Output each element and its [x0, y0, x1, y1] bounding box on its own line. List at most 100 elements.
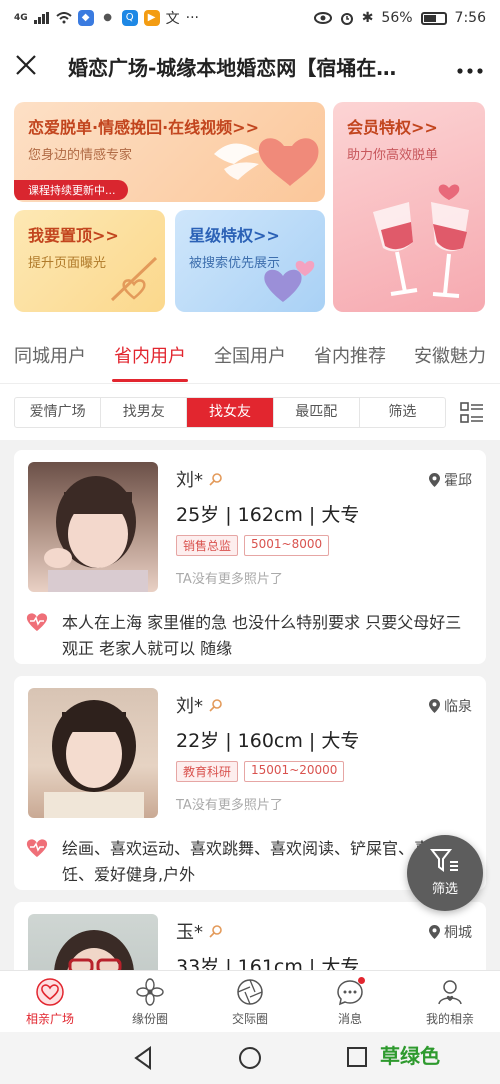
nav-label: 消息	[337, 1012, 362, 1026]
profile-bio: 本人在上海 家里催的急 也没什么特别要求 只要父母好三观正 老家人就可以 随缘	[62, 613, 462, 658]
tab-local-users[interactable]: 同城用户	[0, 330, 100, 383]
filter-find-boyfriend[interactable]: 找男友	[101, 398, 188, 427]
wifi-icon	[56, 12, 72, 24]
avatar-illustration	[44, 700, 144, 818]
promo-banners: 恋爱脱单·情感挽回·在线视频>> 您身边的情感专家 课程持续更新中... 会员特…	[0, 96, 500, 330]
income-tag: 15001~20000	[244, 761, 345, 782]
star-banner[interactable]: 星级特权>> 被搜索优先展示	[175, 210, 325, 312]
course-ribbon: 课程持续更新中...	[14, 180, 128, 200]
star-banner-title: 星级特权>>	[189, 226, 280, 245]
nav-my-dating[interactable]: 我的相亲	[400, 971, 500, 1032]
profile-name-row: 刘*	[176, 466, 223, 492]
profile-photo[interactable]	[28, 462, 158, 592]
page-title: 婚恋广场-城缘本地婚恋网【宿埇在…	[68, 55, 397, 80]
no-more-photos: TA没有更多照片了	[176, 572, 283, 587]
no-more-photos: TA没有更多照片了	[176, 798, 283, 813]
more-notifications-icon: ···	[185, 10, 200, 26]
profile-name: 刘*	[176, 470, 203, 491]
profile-name: 刘*	[176, 696, 203, 717]
status-bar: 4G ◆ ● Q ▶ 文 ··· ✱ 56% 7:56	[0, 0, 500, 36]
location-pin-icon	[429, 925, 440, 939]
more-icon	[457, 68, 483, 74]
nav-social-circle[interactable]: 交际圈	[200, 971, 300, 1032]
filter-bar: 爱情广场 找男友 找女友 最匹配 筛选	[0, 384, 500, 440]
profile-name-row: 玉*	[176, 918, 223, 944]
profile-tags: 教育科研 15001~20000	[176, 761, 345, 782]
video-app-icon: ▶	[143, 10, 160, 26]
location-text: 桐城	[444, 925, 472, 941]
bottom-nav: 相亲广场 缘份圈 交际圈 消息 我的相亲	[0, 970, 500, 1032]
profile-name: 玉*	[176, 922, 203, 943]
bluetooth-icon: ✱	[361, 10, 374, 26]
user-icon	[438, 980, 462, 1005]
user-scope-tabs: 同城用户 省内用户 全国用户 省内推荐 安徽魅力	[0, 330, 500, 384]
tab-province-recommend[interactable]: 省内推荐	[300, 330, 400, 383]
location-text: 霍邱	[444, 473, 472, 489]
list-view-icon[interactable]	[460, 401, 484, 425]
avatar-illustration	[44, 476, 148, 592]
job-tag: 教育科研	[176, 761, 239, 782]
search-icon	[209, 699, 222, 712]
title-bar: 婚恋广场-城缘本地婚恋网【宿埇在…	[0, 36, 500, 96]
profile-photo[interactable]	[28, 688, 158, 818]
close-button[interactable]	[0, 50, 52, 83]
top-banner-title: 我要置顶>>	[28, 226, 119, 245]
unread-dot	[358, 977, 365, 984]
shield-app-icon: ◆	[77, 10, 94, 26]
heart-icon	[26, 613, 48, 631]
filter-icon	[429, 849, 458, 872]
filter-love-square[interactable]: 爱情广场	[15, 398, 102, 427]
income-tag: 5001~8000	[244, 535, 330, 556]
system-nav-bar: 草绿色	[0, 1032, 500, 1084]
close-icon	[16, 54, 36, 75]
home-icon[interactable]	[238, 1046, 262, 1070]
filter-best-match[interactable]: 最匹配	[274, 398, 360, 427]
tab-anhui-charm[interactable]: 安徽魅力	[400, 330, 500, 383]
profile-location: 霍邱	[429, 470, 472, 490]
nav-fate-circle[interactable]: 缘份圈	[100, 971, 200, 1032]
search-icon	[209, 925, 222, 938]
location-pin-icon	[429, 473, 440, 487]
filter-find-girlfriend[interactable]: 找女友	[187, 398, 274, 427]
network-label: 4G	[14, 13, 28, 23]
vip-banner[interactable]: 会员特权>> 助力你高效脱单	[333, 102, 485, 312]
alarm-icon	[340, 13, 353, 25]
profile-location: 临泉	[429, 696, 472, 716]
winged-heart-icon	[214, 138, 319, 186]
arrow-heart-icon	[110, 256, 158, 302]
job-tag: 销售总监	[176, 535, 239, 556]
nav-dating-square[interactable]: 相亲广场	[0, 971, 100, 1032]
nav-label: 相亲广场	[25, 1012, 74, 1026]
nav-messages[interactable]: 消息	[300, 971, 400, 1032]
profile-card[interactable]: 刘* 霍邱 25岁 | 162cm | 大专 销售总监 5001~8000 TA…	[14, 450, 486, 664]
wine-glasses-icon	[373, 184, 469, 298]
filter-screen[interactable]: 筛选	[360, 398, 445, 427]
tab-national-users[interactable]: 全国用户	[200, 330, 300, 383]
more-button[interactable]	[440, 52, 500, 80]
dating-square-icon	[36, 978, 64, 1006]
aperture-icon	[237, 979, 263, 1005]
top-banner[interactable]: 我要置顶>> 提升页面曝光	[14, 210, 165, 312]
location-text: 临泉	[444, 699, 472, 715]
clock: 7:56	[454, 10, 486, 26]
battery-icon	[420, 11, 447, 25]
back-icon[interactable]	[132, 1046, 154, 1070]
profile-name-row: 刘*	[176, 692, 223, 718]
battery-percent: 56%	[381, 10, 413, 26]
nav-label: 缘份圈	[131, 1012, 168, 1026]
vip-banner-title: 会员特权>>	[347, 118, 438, 137]
nav-label: 交际圈	[231, 1012, 268, 1026]
recents-icon[interactable]	[346, 1046, 368, 1068]
search-app-icon: Q	[121, 10, 138, 26]
emotion-banner[interactable]: 恋爱脱单·情感挽回·在线视频>> 您身边的情感专家 课程持续更新中...	[14, 102, 325, 202]
filter-segment: 爱情广场 找男友 找女友 最匹配 筛选	[14, 397, 446, 428]
wechat-icon: ●	[99, 10, 116, 26]
signal-icon	[33, 12, 49, 24]
flower-icon	[136, 978, 164, 1006]
translate-icon: 文	[165, 11, 180, 27]
hearts-icon	[264, 260, 315, 302]
heart-icon	[26, 839, 48, 857]
tab-province-users[interactable]: 省内用户	[100, 330, 200, 383]
profile-tags: 销售总监 5001~8000	[176, 535, 330, 556]
floating-filter-button[interactable]: 筛选	[407, 835, 483, 911]
